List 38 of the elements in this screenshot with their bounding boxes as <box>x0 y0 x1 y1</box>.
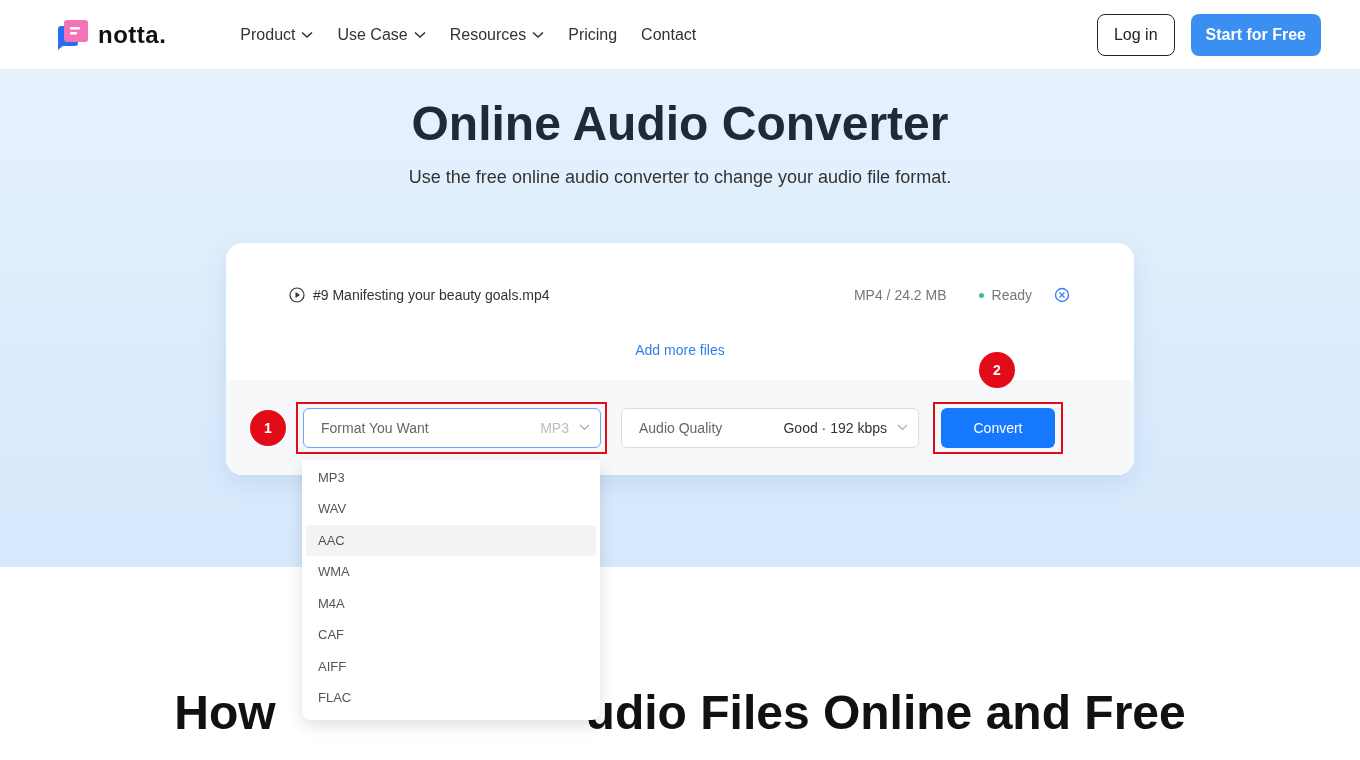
chevron-down-icon <box>532 30 545 39</box>
nav-link[interactable]: Contact <box>641 25 697 44</box>
format-option[interactable]: FLAC <box>306 682 596 714</box>
format-option[interactable]: MP3 <box>306 461 596 493</box>
section-heading: How <box>174 685 276 740</box>
file-size: MP4 / 24.2 MB <box>853 287 947 303</box>
quality-dropdown[interactable]: Audio Quality Good · 192 kbps <box>621 407 919 448</box>
format-option[interactable]: AIFF <box>306 650 596 682</box>
chevron-down-icon <box>579 424 590 431</box>
chevron-down-icon <box>897 424 908 431</box>
format-option[interactable]: WMA <box>306 556 596 588</box>
nav-link[interactable]: Pricing <box>568 25 618 44</box>
file-name: #9 Manifesting your beauty goals.mp4 <box>313 287 551 303</box>
play-icon[interactable] <box>289 287 305 303</box>
step-marker: 2 <box>979 351 1015 388</box>
convert-button[interactable]: Convert <box>941 407 1055 448</box>
page-subtitle: Use the free online audio converter to change your audio file format. <box>408 167 952 188</box>
format-option[interactable]: CAF <box>306 619 596 651</box>
nav-link[interactable]: Resources <box>449 25 545 44</box>
file-status: Ready <box>991 287 1032 303</box>
nav-link[interactable]: Use Case <box>337 25 426 44</box>
format-dropdown[interactable]: Format You Want MP3 <box>303 407 601 448</box>
format-option[interactable]: M4A <box>306 587 596 619</box>
format-option[interactable]: AAC <box>306 524 596 556</box>
format-option[interactable]: WAV <box>306 493 596 525</box>
dropdown-label: Format You Want <box>321 419 430 436</box>
chevron-down-icon <box>413 30 426 39</box>
page-title: Online Audio Converter <box>411 96 949 151</box>
dropdown-label: Audio Quality <box>639 419 724 436</box>
add-files-link[interactable]: Add more files <box>635 342 725 357</box>
brand-name[interactable]: notta. <box>98 20 167 49</box>
dropdown-value: Good · 192 kbps <box>783 419 887 436</box>
chevron-down-icon <box>301 30 314 39</box>
remove-icon[interactable] <box>1054 287 1070 303</box>
dropdown-value: MP3 <box>540 419 569 436</box>
step-marker: 1 <box>250 409 286 446</box>
login-button[interactable]: Log in <box>1096 13 1175 56</box>
nav-link[interactable]: Product <box>240 25 314 44</box>
